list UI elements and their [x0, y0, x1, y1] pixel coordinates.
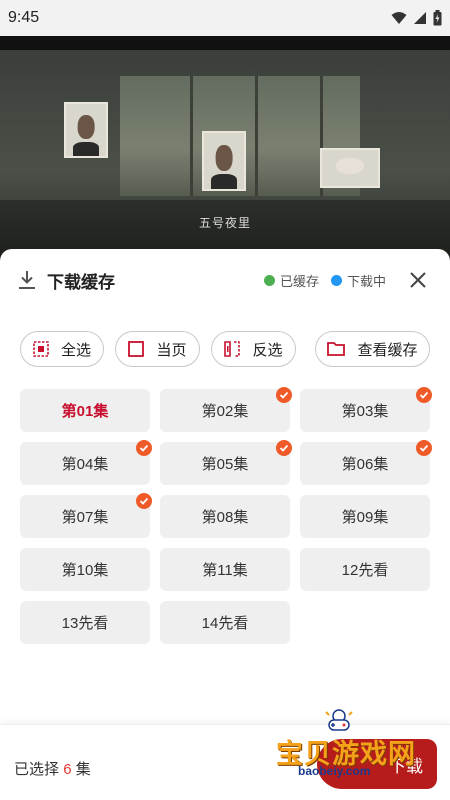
legend-dot-blue: [330, 274, 342, 286]
check-badge-icon: [136, 493, 152, 509]
invert-icon: [224, 341, 241, 357]
selected-suffix: 集: [75, 761, 91, 778]
video-subtitle: 五号夜里: [198, 216, 251, 230]
video-scene-frame: [255, 76, 258, 196]
download-cache-sheet: 下载缓存 已缓存 下载中 全选 当页 反选 查看缓存 第01集 第02集 第03…: [0, 249, 450, 800]
cache-legend: 已缓存 下载中: [252, 271, 386, 290]
video-scene-frame: [190, 76, 193, 196]
status-icons: [391, 10, 442, 26]
signal-icon: [414, 12, 426, 24]
episode-item[interactable]: 第01集: [20, 389, 150, 432]
view-cache-label: 查看缓存: [357, 341, 418, 359]
episode-item[interactable]: 13先看: [20, 601, 150, 644]
episode-item[interactable]: 14先看: [160, 601, 290, 644]
episode-item[interactable]: 第05集: [160, 440, 292, 485]
episode-item[interactable]: 第02集: [160, 387, 292, 432]
episode-label: 第03集: [341, 403, 389, 420]
episode-label: 第11集: [202, 562, 248, 579]
legend-label: 已缓存: [279, 273, 319, 289]
episode-label: 第01集: [61, 403, 109, 420]
bottom-bar: 已选择 6 集 下载: [0, 724, 450, 800]
selected-count: 6: [63, 761, 72, 778]
check-badge-icon: [416, 440, 432, 456]
current-page-label: 当页: [156, 341, 187, 359]
invert-selection-label: 反选: [252, 341, 283, 359]
episode-label: 12先看: [341, 562, 389, 579]
invert-selection-button[interactable]: 反选: [211, 331, 296, 367]
close-button[interactable]: [408, 270, 428, 290]
status-time: 9:45: [8, 9, 40, 26]
check-badge-icon: [136, 440, 152, 456]
episode-label: 13先看: [61, 615, 109, 632]
episode-label: 14先看: [201, 615, 249, 632]
episode-label: 第09集: [341, 509, 389, 526]
episode-item[interactable]: 第04集: [20, 440, 152, 485]
checkbox-icon: [128, 341, 145, 357]
episode-label: 第06集: [341, 456, 389, 473]
selected-prefix: 已选择: [14, 761, 60, 778]
download-button-label: 下载: [389, 756, 423, 776]
episode-item[interactable]: 第07集: [20, 493, 152, 538]
legend-cached: 已缓存: [263, 271, 319, 290]
video-scene-photo: [202, 131, 246, 191]
episode-item[interactable]: 第03集: [300, 387, 432, 432]
select-all-label: 全选: [60, 341, 91, 359]
selected-summary: 已选择 6 集: [14, 758, 91, 779]
episode-label: 第07集: [61, 509, 109, 526]
episode-item[interactable]: 第10集: [20, 548, 150, 591]
episode-label: 第05集: [201, 456, 249, 473]
battery-icon: [433, 10, 442, 26]
check-badge-icon: [416, 387, 432, 403]
episode-item[interactable]: 第11集: [160, 548, 290, 591]
video-scene-photo: [320, 148, 380, 188]
legend-dot-green: [263, 274, 275, 286]
select-all-icon: [33, 341, 49, 357]
status-bar: 9:45: [0, 0, 450, 36]
download-icon: [19, 271, 35, 289]
check-badge-icon: [276, 387, 292, 403]
folder-icon: [327, 342, 346, 356]
select-all-button[interactable]: 全选: [20, 331, 104, 367]
download-button[interactable]: 下载: [317, 739, 437, 789]
episode-item[interactable]: 第08集: [160, 495, 290, 538]
action-row: 全选 当页 反选 查看缓存: [20, 331, 430, 367]
episode-item[interactable]: 第06集: [300, 440, 432, 485]
sheet-title: 下载缓存: [47, 272, 115, 292]
video-player[interactable]: 五号夜里: [0, 36, 450, 260]
episode-label: 第04集: [61, 456, 109, 473]
episode-item[interactable]: 12先看: [300, 548, 430, 591]
episode-label: 第02集: [201, 403, 249, 420]
episode-label: 第08集: [201, 509, 249, 526]
current-page-button[interactable]: 当页: [115, 331, 200, 367]
video-scene-photo: [64, 102, 108, 158]
wifi-icon: [391, 12, 407, 24]
legend-label: 下载中: [346, 273, 386, 289]
sheet-header: 下载缓存 已缓存 下载中: [0, 249, 450, 311]
episode-item[interactable]: 第09集: [300, 495, 430, 538]
legend-downloading: 下载中: [330, 271, 386, 290]
episode-label: 第10集: [61, 562, 109, 579]
check-badge-icon: [276, 440, 292, 456]
close-icon: [410, 272, 426, 288]
view-cache-button[interactable]: 查看缓存: [315, 331, 430, 367]
